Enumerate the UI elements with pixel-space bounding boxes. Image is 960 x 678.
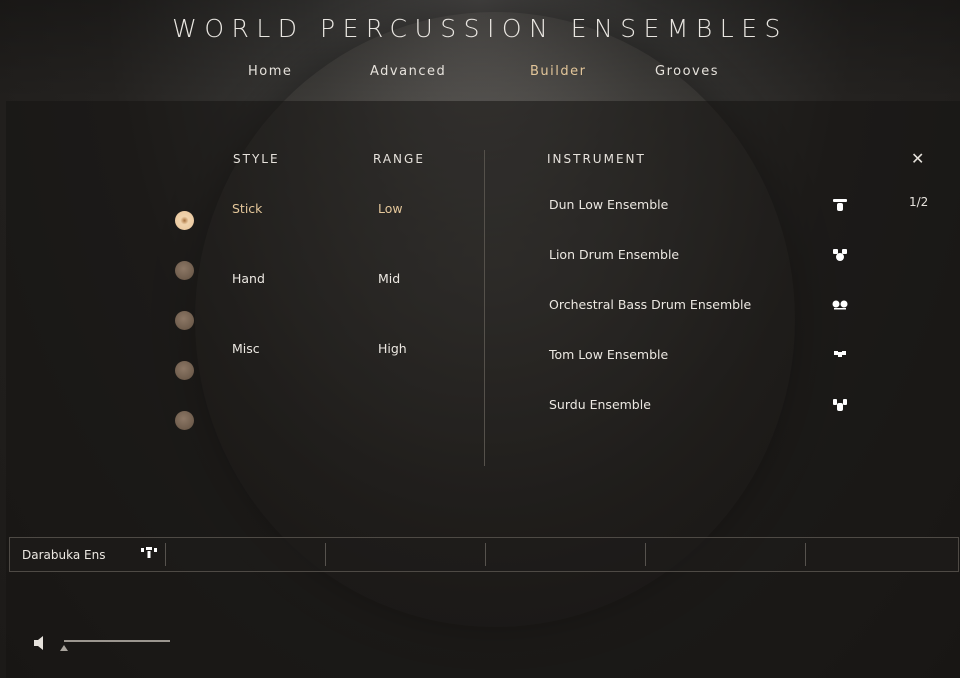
builder-panel <box>6 101 960 678</box>
nav-advanced[interactable]: Advanced <box>370 64 446 79</box>
volume-slider-thumb[interactable] <box>60 645 68 651</box>
slot-divider <box>165 543 166 566</box>
drum-ensemble-icon <box>833 249 847 261</box>
drum-ensemble-icon <box>833 199 847 211</box>
main-nav: Home Advanced Builder Grooves <box>0 64 960 84</box>
style-header: STYLE <box>233 152 280 166</box>
nav-home[interactable]: Home <box>248 64 292 79</box>
range-item-high[interactable]: High <box>378 341 407 356</box>
instrument-item[interactable]: Surdu Ensemble <box>549 397 651 412</box>
instrument-item[interactable]: Orchestral Bass Drum Ensemble <box>549 297 751 312</box>
ensemble-slot-bar: Darabuka Ens <box>9 537 959 572</box>
page-indicator: 1/2 <box>909 195 929 209</box>
drum-ensemble-icon <box>834 351 846 357</box>
close-icon[interactable]: ✕ <box>911 149 924 168</box>
style-item-hand[interactable]: Hand <box>232 271 265 286</box>
slot-divider <box>325 543 326 566</box>
nav-builder[interactable]: Builder <box>530 64 586 79</box>
drum-ensemble-icon <box>141 547 157 558</box>
drum-ensemble-icon <box>833 399 847 411</box>
slot-dot-4[interactable] <box>175 361 194 380</box>
slot-divider <box>485 543 486 566</box>
app-title: WORLD PERCUSSION ENSEMBLES <box>172 14 788 43</box>
slot-dot-1[interactable] <box>175 211 194 230</box>
volume-slider[interactable] <box>64 640 170 642</box>
slot-1-name[interactable]: Darabuka Ens <box>22 548 105 562</box>
instrument-item[interactable]: Lion Drum Ensemble <box>549 247 679 262</box>
slot-divider <box>645 543 646 566</box>
nav-grooves[interactable]: Grooves <box>655 64 719 79</box>
drum-ensemble-icon <box>832 300 848 310</box>
slot-dot-2[interactable] <box>175 261 194 280</box>
instrument-header: INSTRUMENT <box>547 152 646 166</box>
slot-dot-3[interactable] <box>175 311 194 330</box>
slot-dot-5[interactable] <box>175 411 194 430</box>
style-item-stick[interactable]: Stick <box>232 201 262 216</box>
style-item-misc[interactable]: Misc <box>232 341 260 356</box>
instrument-item[interactable]: Dun Low Ensemble <box>549 197 668 212</box>
speaker-icon[interactable] <box>33 635 47 651</box>
instrument-item[interactable]: Tom Low Ensemble <box>549 347 668 362</box>
range-header: RANGE <box>373 152 425 166</box>
column-divider <box>484 150 485 466</box>
range-item-low[interactable]: Low <box>378 201 403 216</box>
slot-divider <box>805 543 806 566</box>
range-item-mid[interactable]: Mid <box>378 271 400 286</box>
